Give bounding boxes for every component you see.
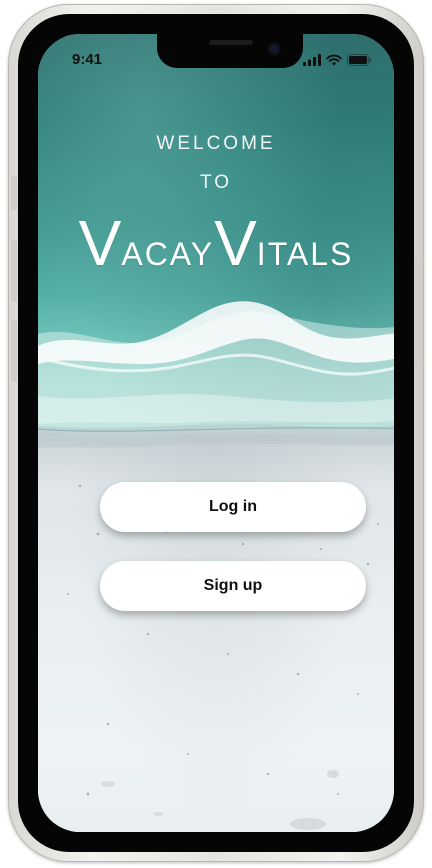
- phone-screen: 9:41 WELCOME TO VACAYVITALS Log in Sign …: [38, 34, 394, 832]
- wifi-icon: [326, 54, 342, 66]
- signal-icon: [303, 54, 321, 66]
- front-camera: [269, 44, 279, 54]
- phone-frame: 9:41 WELCOME TO VACAYVITALS Log in Sign …: [8, 4, 424, 862]
- battery-icon: [347, 54, 372, 66]
- notch: [157, 34, 303, 68]
- status-icons: [303, 52, 372, 66]
- signup-button[interactable]: Sign up: [100, 561, 366, 611]
- volume-down-button: [11, 320, 17, 382]
- app-title-word-1-rest: acay: [121, 236, 215, 272]
- signup-button-label: Sign up: [203, 577, 263, 594]
- app-title-initial-2: V: [214, 207, 257, 279]
- earpiece-speaker: [209, 40, 253, 45]
- app-title: VacayVitals: [38, 206, 394, 280]
- app-title-word-2-rest: itals: [256, 236, 354, 272]
- welcome-to-text: TO: [199, 172, 233, 193]
- silent-switch: [11, 176, 17, 210]
- welcome-text: WELCOME: [156, 133, 276, 154]
- app-title-initial-1: V: [78, 207, 122, 279]
- power-button: [415, 262, 421, 362]
- status-time: 9:41: [72, 51, 103, 68]
- login-button-label: Log in: [209, 498, 257, 515]
- volume-up-button: [11, 240, 17, 302]
- phone-bezel: 9:41 WELCOME TO VACAYVITALS Log in Sign …: [18, 14, 414, 852]
- login-button[interactable]: Log in: [100, 482, 366, 532]
